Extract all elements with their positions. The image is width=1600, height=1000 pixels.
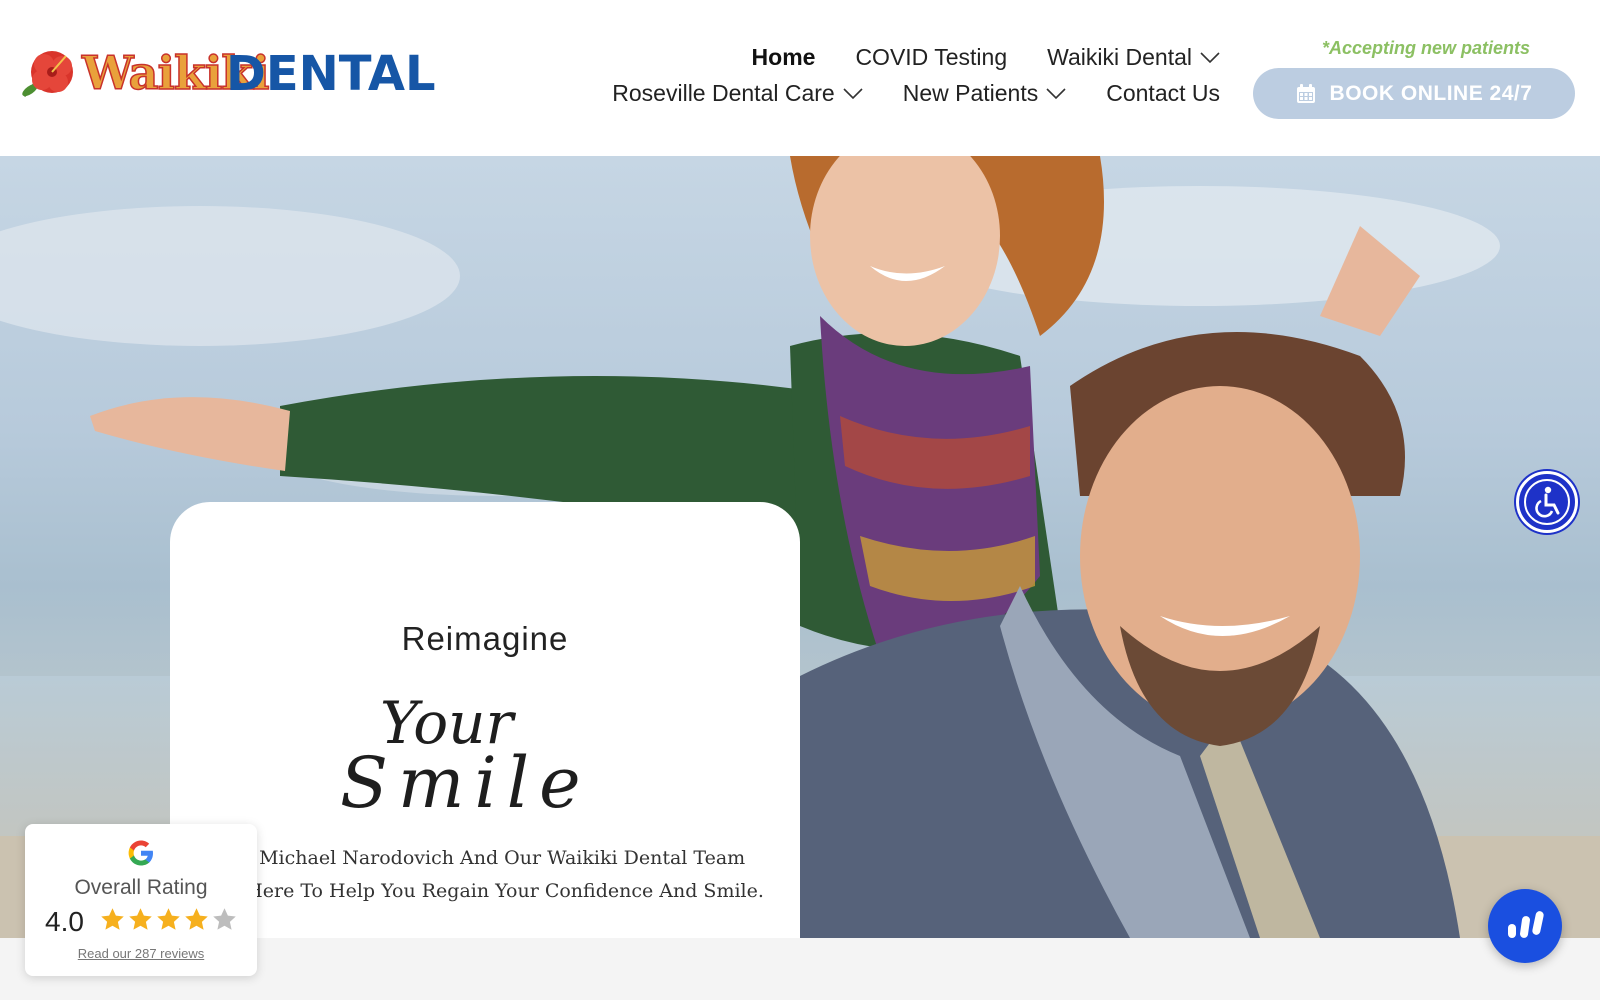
hero-text-line-1: Dr. Michael Narodovich And Our Waikiki D… (224, 847, 746, 869)
star-filled-icon (129, 908, 152, 930)
hero-intro-text: Dr. Michael Narodovich And Our Waikiki D… (170, 842, 800, 908)
nav-covid-testing-label: COVID Testing (855, 44, 1008, 70)
hero-reimagine-heading: Reimagine (401, 620, 569, 657)
star-filled-icon (185, 908, 208, 930)
accessibility-icon (1524, 479, 1570, 525)
chevron-down-icon (1046, 87, 1066, 99)
star-filled-icon (101, 908, 124, 930)
chat-widget-button[interactable] (1488, 889, 1562, 963)
overall-rating-label: Overall Rating (74, 876, 208, 899)
hero-text-line-2: Are Here To Help You Regain Your Confide… (206, 880, 764, 902)
nav-new-patients[interactable]: New Patients (903, 80, 1067, 107)
nav-new-patients-label: New Patients (902, 80, 1039, 106)
logo-dental-text: DENTAL (226, 46, 436, 102)
book-online-button[interactable]: BOOK ONLINE 24/7 (1253, 68, 1575, 119)
rating-stars (99, 906, 238, 933)
calendar-icon (1296, 83, 1315, 103)
nav-covid-testing[interactable]: COVID Testing (855, 44, 1007, 71)
nav-roseville-dental-care[interactable]: Roseville Dental Care (612, 80, 863, 107)
nav-waikiki-dental[interactable]: Waikiki Dental (1047, 44, 1220, 71)
site-header: Waikiki DENTAL Home COVID Testing Waikik… (0, 0, 1600, 156)
hibiscus-icon (22, 51, 73, 97)
nav-home[interactable]: Home (752, 44, 816, 71)
nav-home-label: Home (751, 44, 816, 70)
star-empty-icon (213, 908, 236, 930)
google-rating-badge[interactable]: Overall Rating 4.0 Read our 287 reviews (25, 824, 257, 976)
script-line-smile: Smile (340, 742, 591, 824)
chat-widget-icon (1508, 911, 1544, 938)
main-nav-row-2: Roseville Dental Care New Patients Conta… (612, 80, 1220, 107)
google-icon (128, 840, 153, 866)
site-logo[interactable]: Waikiki DENTAL (18, 44, 438, 104)
nav-waikiki-dental-label: Waikiki Dental (1047, 44, 1192, 70)
your-smile-script-title: Your Smile (340, 689, 591, 824)
main-nav-row-1: Home COVID Testing Waikiki Dental (752, 44, 1220, 71)
read-reviews-link[interactable]: Read our 287 reviews (25, 946, 257, 961)
chevron-down-icon (843, 87, 863, 99)
star-filled-icon (157, 908, 180, 930)
accessibility-button[interactable] (1516, 471, 1578, 533)
rating-score: 4.0 (45, 906, 84, 937)
chevron-down-icon (1200, 51, 1220, 63)
nav-roseville-label: Roseville Dental Care (612, 80, 835, 106)
accepting-new-patients-text: *Accepting new patients (1322, 38, 1531, 58)
book-online-label: BOOK ONLINE 24/7 (1329, 81, 1533, 105)
hero-intro-card: Reimagine Your Smile Dr. Michael Narodov… (170, 502, 800, 938)
nav-contact-us[interactable]: Contact Us (1106, 80, 1220, 107)
nav-contact-us-label: Contact Us (1106, 80, 1220, 106)
